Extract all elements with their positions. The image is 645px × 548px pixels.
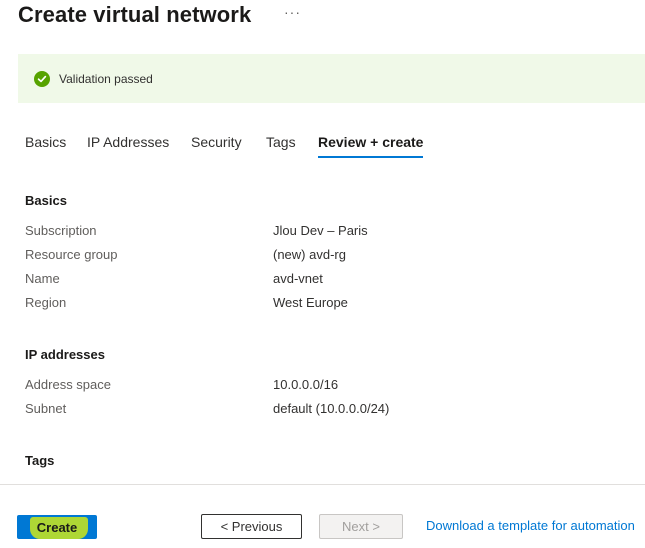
value-subnet: default (10.0.0.0/24) [273, 401, 390, 416]
value-resource-group: (new) avd-rg [273, 247, 346, 262]
tab-review-create[interactable]: Review + create [318, 134, 424, 158]
label-subnet: Subnet [25, 401, 67, 416]
tab-security[interactable]: Security [191, 134, 242, 150]
more-actions-icon[interactable]: ··· [284, 4, 301, 20]
label-region: Region [25, 295, 67, 310]
footer-divider [0, 484, 645, 485]
label-resource-group: Resource group [25, 247, 118, 262]
previous-button[interactable]: < Previous [201, 514, 302, 539]
value-region: West Europe [273, 295, 348, 310]
tab-tags[interactable]: Tags [266, 134, 296, 150]
create-button-label: Create [36, 519, 78, 535]
section-title-tags: Tags [25, 453, 55, 468]
next-button[interactable]: Next > [319, 514, 403, 539]
tab-basics[interactable]: Basics [25, 134, 66, 150]
section-title-basics: Basics [25, 193, 67, 208]
section-title-ip-addresses: IP addresses [25, 347, 105, 362]
tab-ip-addresses[interactable]: IP Addresses [87, 134, 169, 150]
value-name: avd-vnet [273, 271, 323, 286]
value-subscription: Jlou Dev – Paris [273, 223, 368, 238]
validation-banner: Validation passed [18, 54, 645, 103]
validation-text: Validation passed [59, 71, 153, 86]
value-address-space: 10.0.0.0/16 [273, 377, 339, 392]
label-name: Name [25, 271, 60, 286]
label-subscription: Subscription [25, 223, 97, 238]
download-template-link[interactable]: Download a template for automation [426, 518, 635, 533]
check-circle-icon [34, 70, 50, 87]
label-address-space: Address space [25, 377, 111, 392]
page-title: Create virtual network [18, 2, 252, 27]
